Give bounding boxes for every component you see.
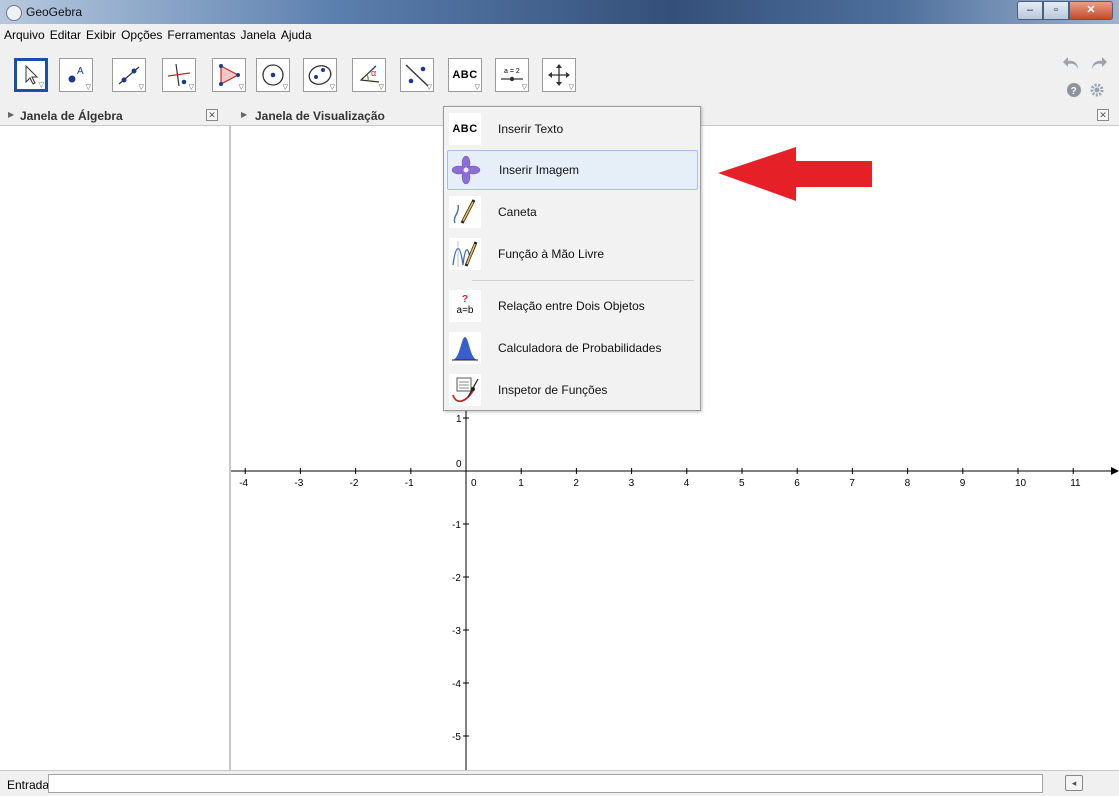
slider-tool[interactable]: a = 2 ▽ [495,58,529,92]
x-tick-label: 8 [905,478,911,489]
line-tool[interactable]: ▽ [112,58,146,92]
help-icon[interactable]: ? [1066,82,1082,98]
svg-text:a = 2: a = 2 [504,68,520,75]
menu-separator [472,280,694,281]
menu-item-inspetor-funcoes[interactable]: Inspetor de Funções [447,370,698,410]
y-tick-label: -2 [452,573,461,584]
close-button[interactable]: ✕ [1069,1,1113,20]
angle-tool[interactable]: α ▽ [352,58,386,92]
point-tool[interactable]: A ▽ [59,58,93,92]
window-controls: – ▫ ✕ [1017,1,1113,20]
menu-item-inserir-imagem[interactable]: Inserir Imagem [447,150,698,190]
move-view-tool[interactable]: ▽ [542,58,576,92]
y-tick-label: 1 [456,414,462,425]
menu-bar: Arquivo Editar Exibir Opções Ferramentas… [0,24,1119,46]
close-graphics-panel-button[interactable]: ✕ [1097,109,1109,121]
text-icon: ABC [452,69,478,81]
y-tick-label: -3 [452,626,461,637]
menu-janela[interactable]: Janela [240,28,275,42]
y-tick-label: -5 [452,732,461,743]
x-tick-label: 1 [518,478,524,489]
x-tick-label: 3 [629,478,635,489]
algebra-panel-header: ▶ Janela de Álgebra ✕ [0,106,230,126]
minimize-button[interactable]: – [1017,1,1043,20]
input-field[interactable] [48,774,1043,793]
x-tick-label: 10 [1015,478,1027,489]
svg-text:?: ? [1071,86,1077,97]
probability-calculator-icon [449,332,481,364]
conic-tool[interactable]: ▽ [303,58,337,92]
menu-ajuda[interactable]: Ajuda [281,28,312,42]
menu-item-caneta[interactable]: Caneta [447,192,698,232]
graphics-panel-title: Janela de Visualização [255,109,385,123]
annotation-arrow-icon [718,147,872,201]
perpendicular-tool[interactable]: ▽ [162,58,196,92]
x-tick-label: -4 [239,478,248,489]
collapse-arrow-icon[interactable]: ▶ [8,110,14,119]
svg-text:α: α [371,68,376,78]
x-tick-label: 4 [684,478,690,489]
x-tick-label: 5 [739,478,745,489]
menu-ferramentas[interactable]: Ferramentas [167,28,235,42]
x-tick-label: -1 [405,478,414,489]
pen-icon [449,196,481,228]
input-bar: Entrada: ◂ [0,770,1119,796]
freehand-function-icon [449,238,481,270]
x-tick-label: -3 [294,478,303,489]
svg-text:A: A [77,66,84,77]
text-tool[interactable]: ABC ▽ [448,58,482,92]
algebra-panel[interactable] [0,126,231,770]
x-tick-label: -2 [350,478,359,489]
y-tick-label: -4 [452,679,461,690]
y-tick-label: -1 [452,520,461,531]
settings-gear-icon[interactable] [1089,82,1105,98]
close-algebra-panel-button[interactable]: ✕ [206,109,218,121]
menu-item-relacao-dois-objetos[interactable]: ? a=b Relação entre Dois Objetos [447,286,698,326]
geogebra-app-icon [6,5,22,21]
text-icon: ABC [449,113,481,145]
input-help-icon[interactable]: ◂ [1065,775,1083,791]
reflect-tool[interactable]: ▽ [400,58,434,92]
x-tick-label: 7 [849,478,855,489]
y-tick-label: 0 [456,459,462,470]
window-title: GeoGebra [26,5,83,19]
menu-item-calculadora-probabilidades[interactable]: Calculadora de Probabilidades [447,328,698,368]
relation-icon: ? a=b [449,290,481,322]
toolbar: ▽ A ▽ ▽ ▽ ▽ ▽ ▽ α ▽ ▽ ABC ▽ a = 2 ▽ ▽ ? [0,46,1119,106]
x-tick-label: 6 [794,478,800,489]
x-tick-label: 11 [1070,478,1081,489]
menu-arquivo[interactable]: Arquivo [4,28,45,42]
menu-exibir[interactable]: Exibir [86,28,116,42]
circle-tool[interactable]: ▽ [256,58,290,92]
x-tick-label: 9 [960,478,966,489]
undo-icon[interactable] [1062,54,1082,72]
polygon-tool[interactable]: ▽ [212,58,246,92]
title-bar: GeoGebra – ▫ ✕ [0,0,1119,24]
x-tick-label: 0 [471,478,477,489]
menu-opcoes[interactable]: Opções [121,28,162,42]
algebra-panel-title: Janela de Álgebra [20,109,123,123]
input-label: Entrada: [7,778,53,792]
menu-item-inserir-texto[interactable]: ABC Inserir Texto [447,109,698,149]
x-tick-label: 2 [573,478,579,489]
menu-item-funcao-mao-livre[interactable]: Função à Mão Livre [447,234,698,274]
move-tool[interactable]: ▽ [14,58,48,92]
redo-icon[interactable] [1088,54,1108,72]
image-icon [450,154,482,186]
maximize-button[interactable]: ▫ [1043,1,1069,20]
collapse-arrow-icon[interactable]: ▶ [241,110,247,119]
menu-editar[interactable]: Editar [50,28,81,42]
tool-dropdown-menu: ABC Inserir Texto Inserir Imagem Caneta [443,106,701,411]
function-inspector-icon [449,374,481,406]
